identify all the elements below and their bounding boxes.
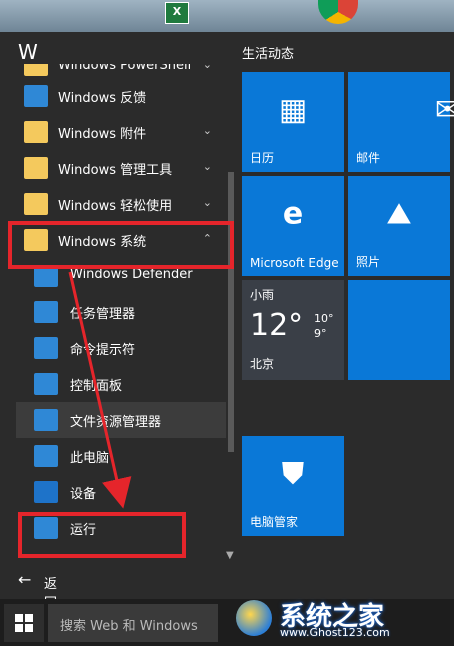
guide-arrow-line xyxy=(68,271,132,509)
guide-arrow xyxy=(68,271,132,509)
